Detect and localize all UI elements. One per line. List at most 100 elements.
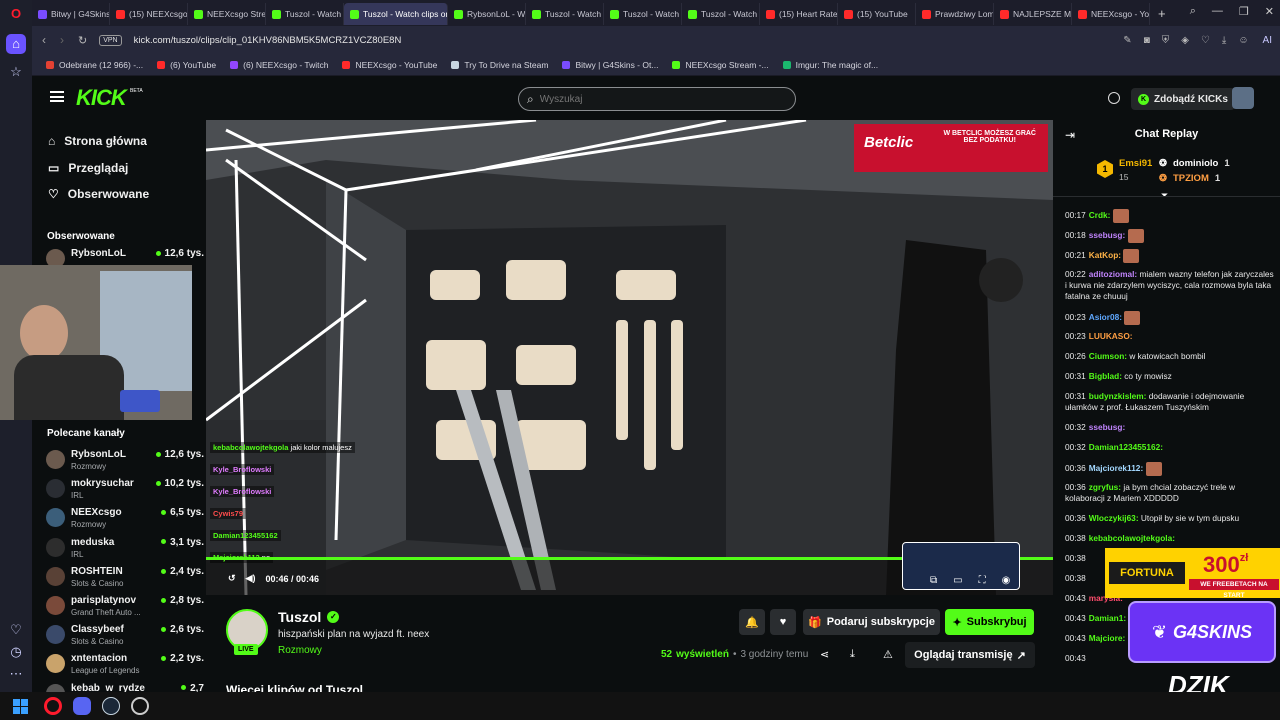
search-tabs-icon[interactable]: ⌕	[1190, 5, 1196, 18]
kick-logo[interactable]: KICK	[76, 85, 127, 111]
chat-username[interactable]: ssebusg	[1089, 230, 1123, 240]
forward-icon[interactable]: ›	[60, 33, 64, 47]
fortuna-ad[interactable]: FORTUNA 300zł WE FREEBETACH NA START	[1105, 548, 1280, 599]
bookmark-item[interactable]: NEEXcsgo - YouTube	[342, 60, 437, 70]
report-icon[interactable]: ⚠	[883, 648, 893, 661]
recommended-channel[interactable]: NEEXcsgo Rozmowy 6,5 tys.	[46, 505, 206, 533]
browser-tab[interactable]: NAJLEPSZE MC	[994, 3, 1072, 25]
reload-icon[interactable]: ↻	[78, 34, 87, 47]
g4skins-ad[interactable]: ❦ G4SKINS	[1128, 601, 1276, 663]
edit-icon[interactable]: ✎	[1123, 35, 1131, 46]
chat-username[interactable]: Bigblad	[1089, 371, 1119, 381]
bookmark-item[interactable]: (6) YouTube	[157, 60, 216, 70]
bookmark-item[interactable]: Try To Drive na Steam	[451, 60, 548, 70]
chat-username[interactable]: budynzkislem	[1089, 391, 1144, 401]
share-icon[interactable]: ⋖	[820, 648, 829, 661]
url-field[interactable]: kick.com/tuszol/clips/clip_01KHV86NBM5K5…	[134, 35, 402, 46]
ai-button[interactable]: AI	[1263, 35, 1272, 46]
bookmark-item[interactable]: (6) NEEXcsgo - Twitch	[230, 60, 328, 70]
discord-taskbar-icon[interactable]	[73, 697, 91, 715]
notifications-button[interactable]: 🔔	[739, 609, 765, 635]
windows-start-icon[interactable]	[13, 699, 28, 714]
search-box[interactable]: ⌕	[518, 87, 796, 111]
subscribe-button[interactable]: ✦ Subskrybuj	[945, 609, 1034, 635]
nav-following[interactable]: ♡ Obserwowane	[48, 187, 149, 201]
leaderboard-entry[interactable]: ❂ TPZIOM 1	[1159, 173, 1220, 184]
volume-icon[interactable]: ◀)	[246, 573, 256, 584]
vpn-badge[interactable]: VPN	[99, 34, 122, 46]
browser-tab[interactable]: (15) YouTube	[838, 3, 916, 25]
browser-tab[interactable]: Prawdziwy Lom	[916, 3, 994, 25]
browser-tab[interactable]: Bitwy | G4Skins	[32, 3, 110, 25]
recommended-channel[interactable]: xntentacion League of Legends 2,2 tys.	[46, 651, 206, 679]
follow-button[interactable]: ♥	[770, 609, 796, 635]
bookmark-item[interactable]: Bitwy | G4Skins - Ot...	[562, 60, 658, 70]
nav-home[interactable]: ⌂ Strona główna	[48, 134, 147, 148]
chat-username[interactable]: kebabcolawojtekgola	[1089, 533, 1172, 543]
chat-username[interactable]: Ciumson	[1089, 351, 1125, 361]
rewards-icon[interactable]	[1108, 92, 1120, 104]
replay-icon[interactable]: ↺	[228, 573, 236, 584]
chat-username[interactable]: aditoziomal	[1089, 269, 1135, 279]
new-tab-icon[interactable]: +	[1158, 6, 1166, 21]
download-icon[interactable]: ⤓	[1222, 35, 1226, 46]
cube-icon[interactable]: ◈	[1181, 35, 1189, 46]
browser-tab[interactable]: Tuszol - Watch clips on K	[344, 3, 448, 25]
heart-icon[interactable]: ♡	[1201, 35, 1210, 46]
top-gifter-name[interactable]: Emsi91	[1119, 158, 1152, 169]
browser-tab[interactable]: Tuszol - Watch	[526, 3, 604, 25]
watch-stream-button[interactable]: Oglądaj transmisję ↗	[905, 642, 1035, 668]
browser-tab[interactable]: Tuszol - Watch	[266, 3, 344, 25]
browser-tab[interactable]: NEEXcsgo Strea	[188, 3, 266, 25]
chat-username[interactable]: zgryfus	[1089, 482, 1119, 492]
sponsor-banner[interactable]: Betclic W BETCLIC MOŻESZ GRAĆ BEZ PODATKU…	[854, 124, 1048, 172]
chat-username[interactable]: ssebusg	[1089, 422, 1123, 432]
get-kicks-button[interactable]: K Zdobądź KICKs	[1131, 88, 1235, 110]
fullscreen-icon[interactable]: ⛶	[979, 575, 986, 586]
chat-username[interactable]: Majciore	[1089, 633, 1123, 643]
chat-username[interactable]: Majciorek112	[1089, 463, 1141, 473]
shield-icon[interactable]: ⛨	[1162, 35, 1170, 46]
browser-tab[interactable]: (15) NEEXcsgo	[110, 3, 188, 25]
chat-username[interactable]: Crdk	[1089, 210, 1108, 220]
steam-taskbar-icon[interactable]	[102, 697, 120, 715]
recommended-channel[interactable]: parisplatynov Grand Theft Auto ... 2,8 tys…	[46, 593, 206, 621]
recommended-channel[interactable]: RybsonLoL Rozmowy 12,6 tys.	[46, 447, 206, 475]
recommended-channel[interactable]: mokrysuchar IRL 10,2 tys.	[46, 476, 206, 504]
bookmark-item[interactable]: NEEXcsgo Stream -...	[672, 60, 769, 70]
streamer-name[interactable]: Tuszol	[278, 609, 321, 625]
chat-username[interactable]: KatKop	[1089, 250, 1119, 260]
back-icon[interactable]: ‹	[42, 33, 46, 47]
browser-tab[interactable]: NEEXcsgo - Yo	[1072, 3, 1150, 25]
theater-icon[interactable]: ▭	[953, 575, 962, 586]
bookmark-item[interactable]: Imgur: The magic of...	[782, 60, 878, 70]
minimize-icon[interactable]: —	[1212, 5, 1223, 18]
video-player[interactable]: Betclic W BETCLIC MOŻESZ GRAĆ BEZ PODATKU…	[206, 120, 1053, 595]
chat-username[interactable]: Wloczykij63	[1089, 513, 1136, 523]
chat-username[interactable]: Damian123455162	[1089, 442, 1161, 452]
profile-icon[interactable]: ☺	[1238, 35, 1248, 46]
star-icon[interactable]: ☆	[6, 62, 26, 82]
recommended-channel[interactable]: meduska IRL 3,1 tys.	[46, 535, 206, 563]
chat-username[interactable]: Asior08	[1089, 312, 1119, 322]
menu-icon[interactable]	[50, 91, 64, 102]
browser-tab[interactable]: Tuszol - Watch	[604, 3, 682, 25]
gift-subscription-button[interactable]: 🎁 Podaruj subskrypcje	[803, 609, 940, 635]
browser-tab[interactable]: (15) Heart Rate	[760, 3, 838, 25]
browser-tab[interactable]: Tuszol - Watch	[682, 3, 760, 25]
history-icon[interactable]: ◷	[6, 642, 26, 662]
recommended-channel[interactable]: Classybeef Slots & Casino 2,6 tys.	[46, 622, 206, 650]
user-avatar[interactable]	[1232, 87, 1254, 109]
app-taskbar-icon[interactable]	[131, 697, 149, 715]
more-icon[interactable]: ⋯	[6, 664, 26, 684]
bookmark-item[interactable]: Odebrane (12 966) -...	[46, 60, 143, 70]
pip-icon[interactable]: ⧉	[930, 575, 937, 586]
leaderboard-entry[interactable]: ❂ dominiolo 1	[1159, 158, 1230, 169]
nav-browse[interactable]: ▭ Przeglądaj	[48, 161, 128, 175]
recommended-channel[interactable]: kebab_w_rydze 2,7	[46, 681, 206, 692]
opera-logo-icon[interactable]: O	[6, 4, 26, 24]
chat-username[interactable]: LUUKASO	[1089, 331, 1130, 341]
chat-username[interactable]: Damian1	[1089, 613, 1124, 623]
opera-taskbar-icon[interactable]	[44, 697, 62, 715]
maximize-icon[interactable]: ❐	[1239, 5, 1249, 18]
